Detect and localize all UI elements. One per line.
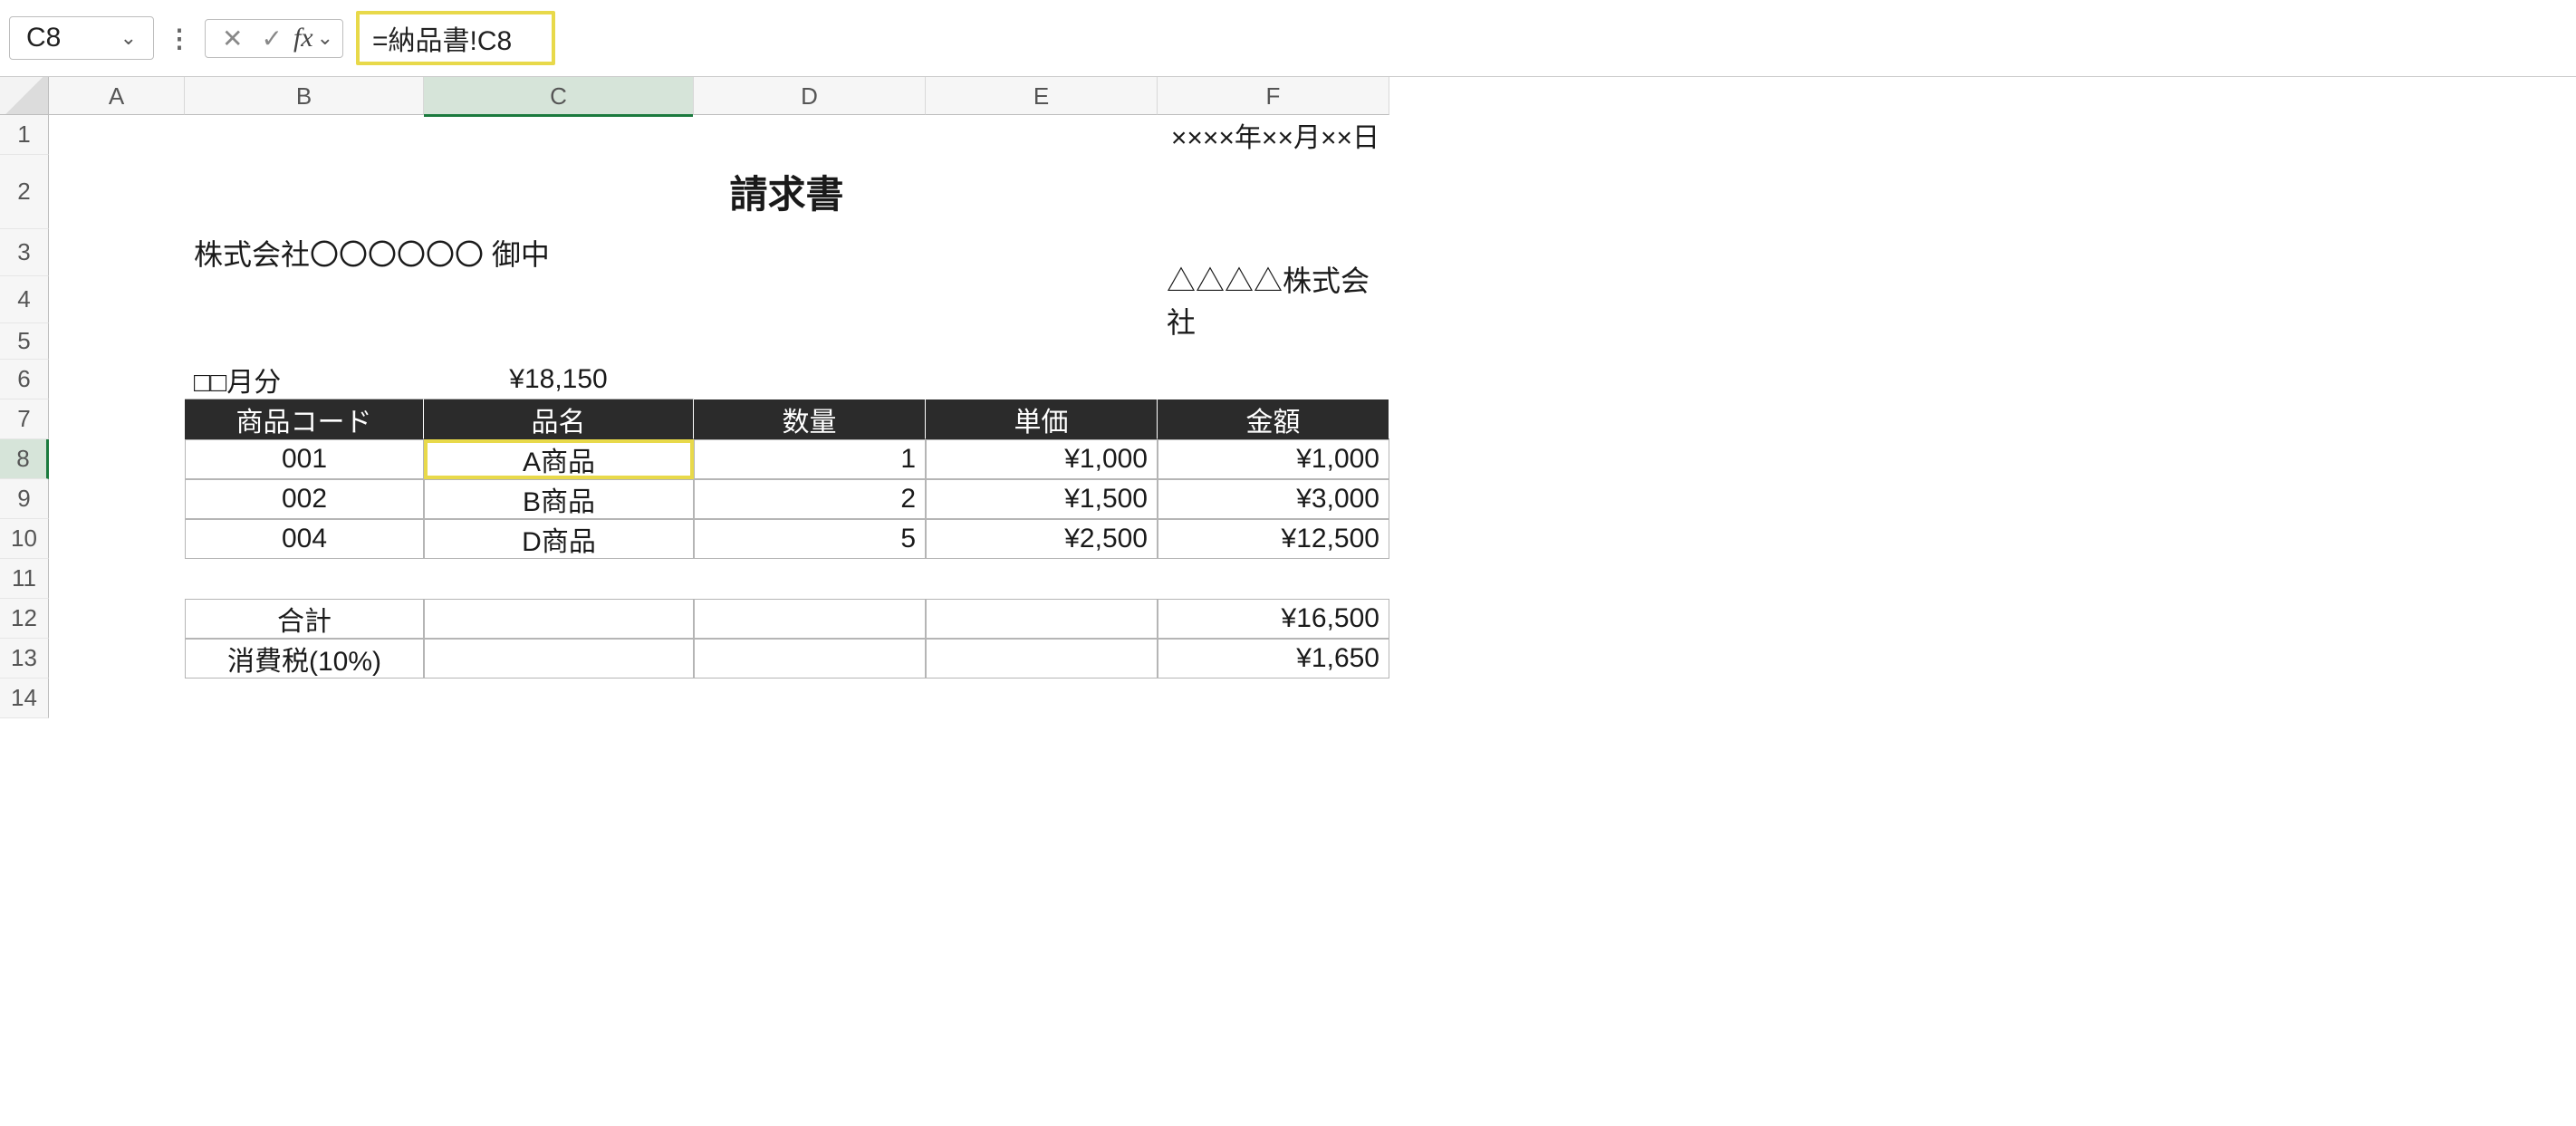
row-header-7[interactable]: 7 (0, 399, 49, 439)
th-name[interactable]: 品名 (424, 399, 694, 439)
month-label[interactable]: □□月分 (185, 360, 424, 399)
cell-unit[interactable]: ¥1,000 (926, 439, 1158, 479)
select-all-corner[interactable] (0, 77, 49, 115)
cell-amount[interactable]: ¥12,500 (1158, 519, 1389, 559)
cell-qty[interactable]: 5 (694, 519, 926, 559)
cell[interactable] (926, 599, 1158, 639)
cell[interactable] (185, 559, 1389, 599)
sender[interactable]: △△△△株式会社 (1158, 276, 1389, 323)
name-box-text: C8 (26, 23, 61, 53)
sum-value[interactable]: ¥16,500 (1158, 599, 1389, 639)
cell[interactable] (49, 276, 185, 323)
cell[interactable] (694, 360, 926, 399)
cell[interactable] (49, 229, 185, 276)
formula-controls: ✕ ✓ fx ⌄ (205, 19, 343, 58)
separator: ⋮ (167, 24, 192, 53)
row-header-4[interactable]: 4 (0, 276, 49, 323)
name-box[interactable]: C8 ⌄ (9, 16, 154, 60)
cell[interactable] (49, 639, 185, 678)
cell[interactable] (424, 639, 694, 678)
cell-qty[interactable]: 1 (694, 439, 926, 479)
cell-unit[interactable]: ¥2,500 (926, 519, 1158, 559)
cell[interactable] (926, 360, 1158, 399)
row-header-1[interactable]: 1 (0, 115, 49, 155)
doc-title[interactable]: 請求書 (185, 155, 1389, 229)
row-header-2[interactable]: 2 (0, 155, 49, 229)
row-header-12[interactable]: 12 (0, 599, 49, 639)
row-header-5[interactable]: 5 (0, 323, 49, 360)
row-header-13[interactable]: 13 (0, 639, 49, 678)
cell[interactable] (424, 599, 694, 639)
column-headers: A B C D E F (49, 77, 2576, 115)
total-display[interactable]: ¥18,150 (424, 360, 694, 399)
cell-code[interactable]: 002 (185, 479, 424, 519)
formula-input[interactable]: =納品書!C8 (356, 11, 555, 65)
col-header-A[interactable]: A (49, 77, 185, 115)
cell[interactable] (49, 323, 185, 360)
row-header-9[interactable]: 9 (0, 479, 49, 519)
cell[interactable] (926, 639, 1158, 678)
cell-amount[interactable]: ¥1,000 (1158, 439, 1389, 479)
th-qty[interactable]: 数量 (694, 399, 926, 439)
cell[interactable] (49, 599, 185, 639)
row-header-11[interactable]: 11 (0, 559, 49, 599)
fx-icon[interactable]: fx (293, 23, 313, 53)
cell[interactable] (694, 639, 926, 678)
col-header-E[interactable]: E (926, 77, 1158, 115)
th-unit[interactable]: 単価 (926, 399, 1158, 439)
cell[interactable] (49, 360, 185, 399)
row-header-6[interactable]: 6 (0, 360, 49, 399)
col-header-D[interactable]: D (694, 77, 926, 115)
cell[interactable] (185, 678, 1389, 718)
cell[interactable] (185, 115, 1158, 155)
row-header-8[interactable]: 8 (0, 439, 49, 479)
cell[interactable] (926, 229, 1158, 276)
cell-unit[interactable]: ¥1,500 (926, 479, 1158, 519)
sum-label[interactable]: 合計 (185, 599, 424, 639)
cell[interactable] (694, 599, 926, 639)
check-icon[interactable]: ✓ (254, 22, 289, 55)
cell[interactable] (185, 276, 1158, 323)
th-code[interactable]: 商品コード (185, 399, 424, 439)
active-cell-C8[interactable]: A商品 (424, 439, 694, 479)
cancel-icon[interactable]: ✕ (215, 22, 250, 55)
col-header-F[interactable]: F (1158, 77, 1389, 115)
cell-amount[interactable]: ¥3,000 (1158, 479, 1389, 519)
recipient[interactable]: 株式会社〇〇〇〇〇〇 御中 (185, 229, 926, 276)
cell-date[interactable]: ××××年××月××日 (1158, 115, 1389, 155)
cell[interactable] (49, 439, 185, 479)
tax-label[interactable]: 消費税(10%) (185, 639, 424, 678)
cell[interactable] (1158, 360, 1389, 399)
cell-name[interactable]: D商品 (424, 519, 694, 559)
formula-bar: C8 ⌄ ⋮ ✕ ✓ fx ⌄ =納品書!C8 (0, 0, 2576, 77)
cell[interactable] (49, 479, 185, 519)
cell[interactable] (49, 399, 185, 439)
row-header-14[interactable]: 14 (0, 678, 49, 718)
cell-code[interactable]: 001 (185, 439, 424, 479)
cell[interactable] (49, 678, 185, 718)
cell[interactable] (185, 323, 1389, 360)
grid: 1 ××××年××月××日 2 請求書 3 株式会社〇〇〇〇〇〇 御中 4 △△… (0, 115, 2576, 718)
cell-code[interactable]: 004 (185, 519, 424, 559)
cell[interactable] (49, 155, 185, 229)
row-header-10[interactable]: 10 (0, 519, 49, 559)
cell[interactable] (49, 519, 185, 559)
cell[interactable] (49, 115, 185, 155)
chevron-down-icon: ⌄ (120, 26, 137, 50)
col-header-C[interactable]: C (424, 77, 694, 115)
tax-value[interactable]: ¥1,650 (1158, 639, 1389, 678)
cell-name[interactable]: B商品 (424, 479, 694, 519)
col-header-B[interactable]: B (185, 77, 424, 115)
chevron-down-icon: ⌄ (317, 26, 333, 50)
row-header-3[interactable]: 3 (0, 229, 49, 276)
cell[interactable] (49, 559, 185, 599)
th-amount[interactable]: 金額 (1158, 399, 1389, 439)
cell-qty[interactable]: 2 (694, 479, 926, 519)
